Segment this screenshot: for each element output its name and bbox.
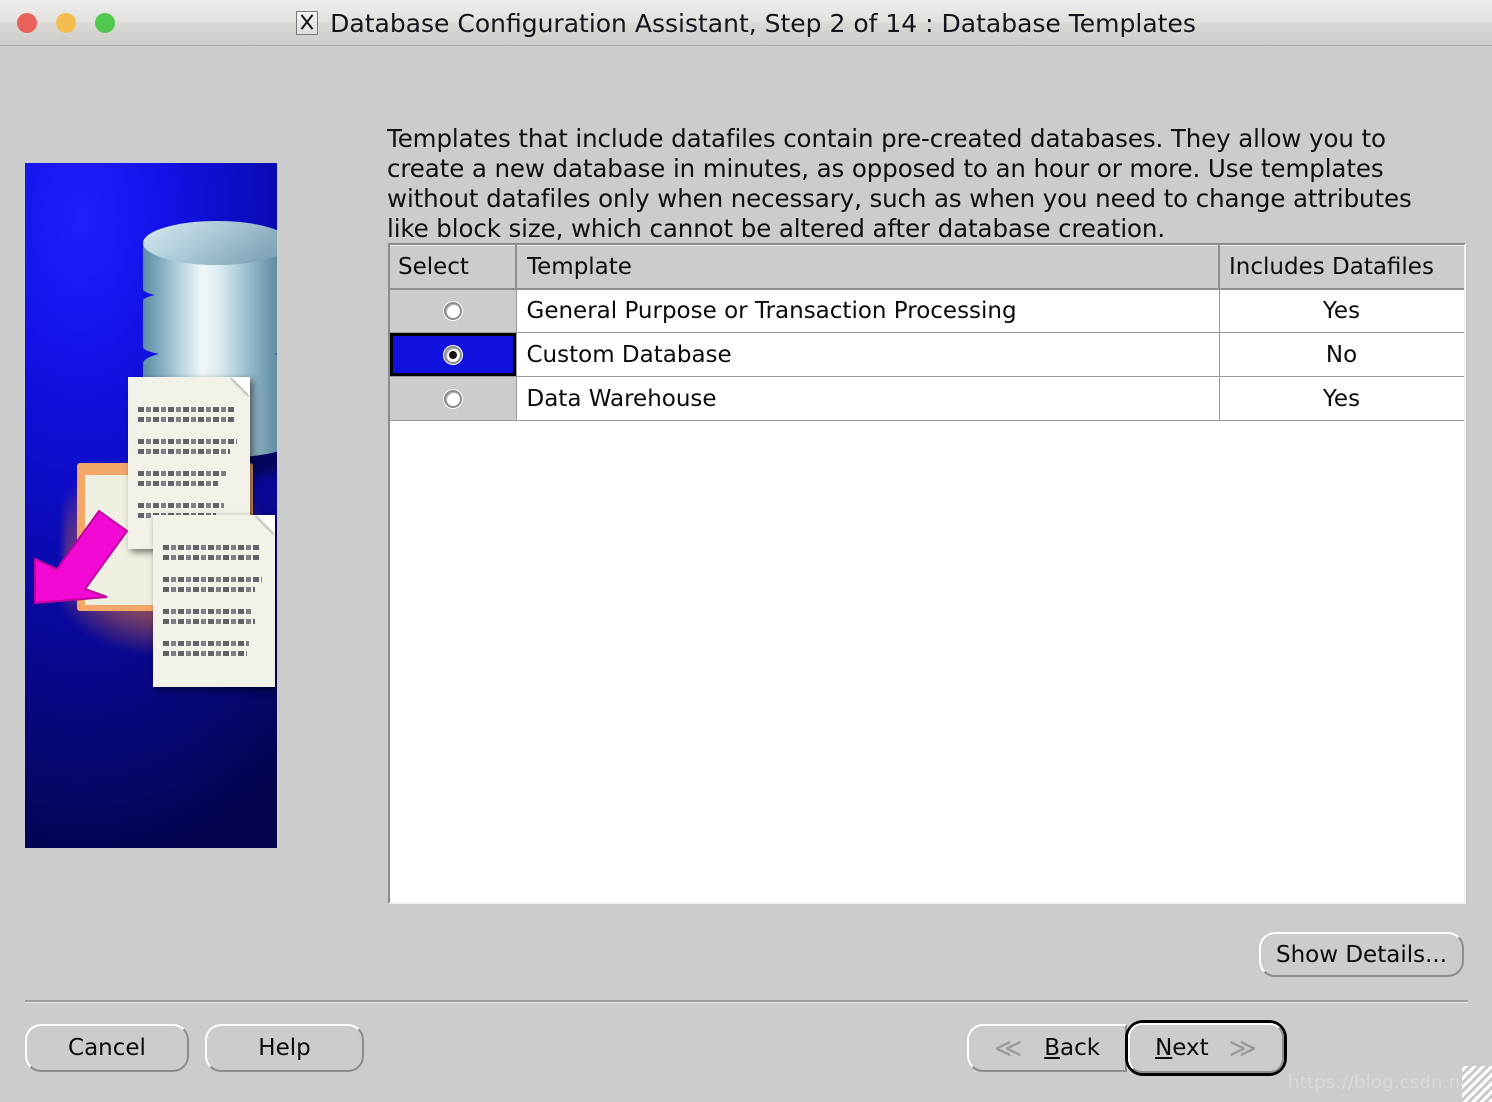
close-window-icon[interactable] (17, 13, 37, 33)
intro-paragraph: Templates that include datafiles contain… (387, 124, 1455, 244)
table-row[interactable]: General Purpose or Transaction Processin… (390, 289, 1464, 333)
next-button-label: Next (1155, 1035, 1209, 1061)
template-radio-button[interactable] (444, 302, 462, 320)
page-dogear-icon (231, 377, 250, 396)
row-select-cell[interactable] (390, 333, 516, 377)
column-header-select[interactable]: Select (390, 246, 516, 289)
column-header-template[interactable]: Template (516, 246, 1219, 289)
next-button[interactable]: Next ≫ (1128, 1023, 1284, 1073)
includes-datafiles-cell[interactable]: Yes (1219, 289, 1464, 333)
maximize-window-icon[interactable] (95, 13, 115, 33)
row-select-cell[interactable] (390, 377, 516, 421)
window-title-group: Database Configuration Assistant, Step 2… (0, 0, 1492, 46)
page-dogear-icon (256, 515, 275, 534)
footer-separator (25, 1000, 1468, 1003)
template-name-cell[interactable]: General Purpose or Transaction Processin… (516, 289, 1219, 333)
back-button-label: Back (1044, 1035, 1100, 1061)
row-select-cell[interactable] (390, 289, 516, 333)
show-details-button[interactable]: Show Details... (1259, 932, 1464, 977)
column-header-includes-datafiles[interactable]: Includes Datafiles (1219, 246, 1464, 289)
template-radio-button[interactable] (444, 390, 462, 408)
includes-datafiles-cell[interactable]: No (1219, 333, 1464, 377)
template-name-cell[interactable]: Custom Database (516, 333, 1219, 377)
back-button[interactable]: ≪ Back (967, 1024, 1127, 1072)
help-button[interactable]: Help (205, 1024, 364, 1072)
next-button-default-ring[interactable]: Next ≫ (1125, 1020, 1287, 1076)
template-radio-button-selected[interactable] (444, 346, 462, 364)
table-row[interactable]: Data Warehouse Yes (390, 377, 1464, 421)
chevron-right-double-icon: ≫ (1229, 1035, 1257, 1062)
watermark-badge-icon (1462, 1066, 1492, 1102)
magenta-arrow-icon (25, 503, 131, 611)
minimize-window-icon[interactable] (56, 13, 76, 33)
dialog-body: Templates that include datafiles contain… (0, 46, 1492, 1056)
window-title-bar[interactable]: Database Configuration Assistant, Step 2… (0, 0, 1492, 46)
table-header-row: Select Template Includes Datafiles (390, 246, 1464, 289)
includes-datafiles-cell[interactable]: Yes (1219, 377, 1464, 421)
radio-cell-box[interactable] (390, 290, 516, 333)
xorg-x-icon (296, 11, 318, 35)
chevron-left-double-icon: ≪ (994, 1035, 1022, 1062)
document-sheet-front (153, 515, 275, 687)
templates-table: Select Template Includes Datafiles Gener… (390, 245, 1465, 421)
templates-table-panel[interactable]: Select Template Includes Datafiles Gener… (388, 243, 1466, 904)
radio-cell-box[interactable] (390, 333, 516, 376)
window-title: Database Configuration Assistant, Step 2… (330, 9, 1196, 38)
radio-cell-box[interactable] (390, 377, 516, 420)
cancel-button[interactable]: Cancel (25, 1024, 189, 1072)
sidebar-illustration (25, 163, 277, 848)
template-name-cell[interactable]: Data Warehouse (516, 377, 1219, 421)
database-cylinder-segment-2 (143, 290, 277, 358)
table-row[interactable]: Custom Database No (390, 333, 1464, 377)
